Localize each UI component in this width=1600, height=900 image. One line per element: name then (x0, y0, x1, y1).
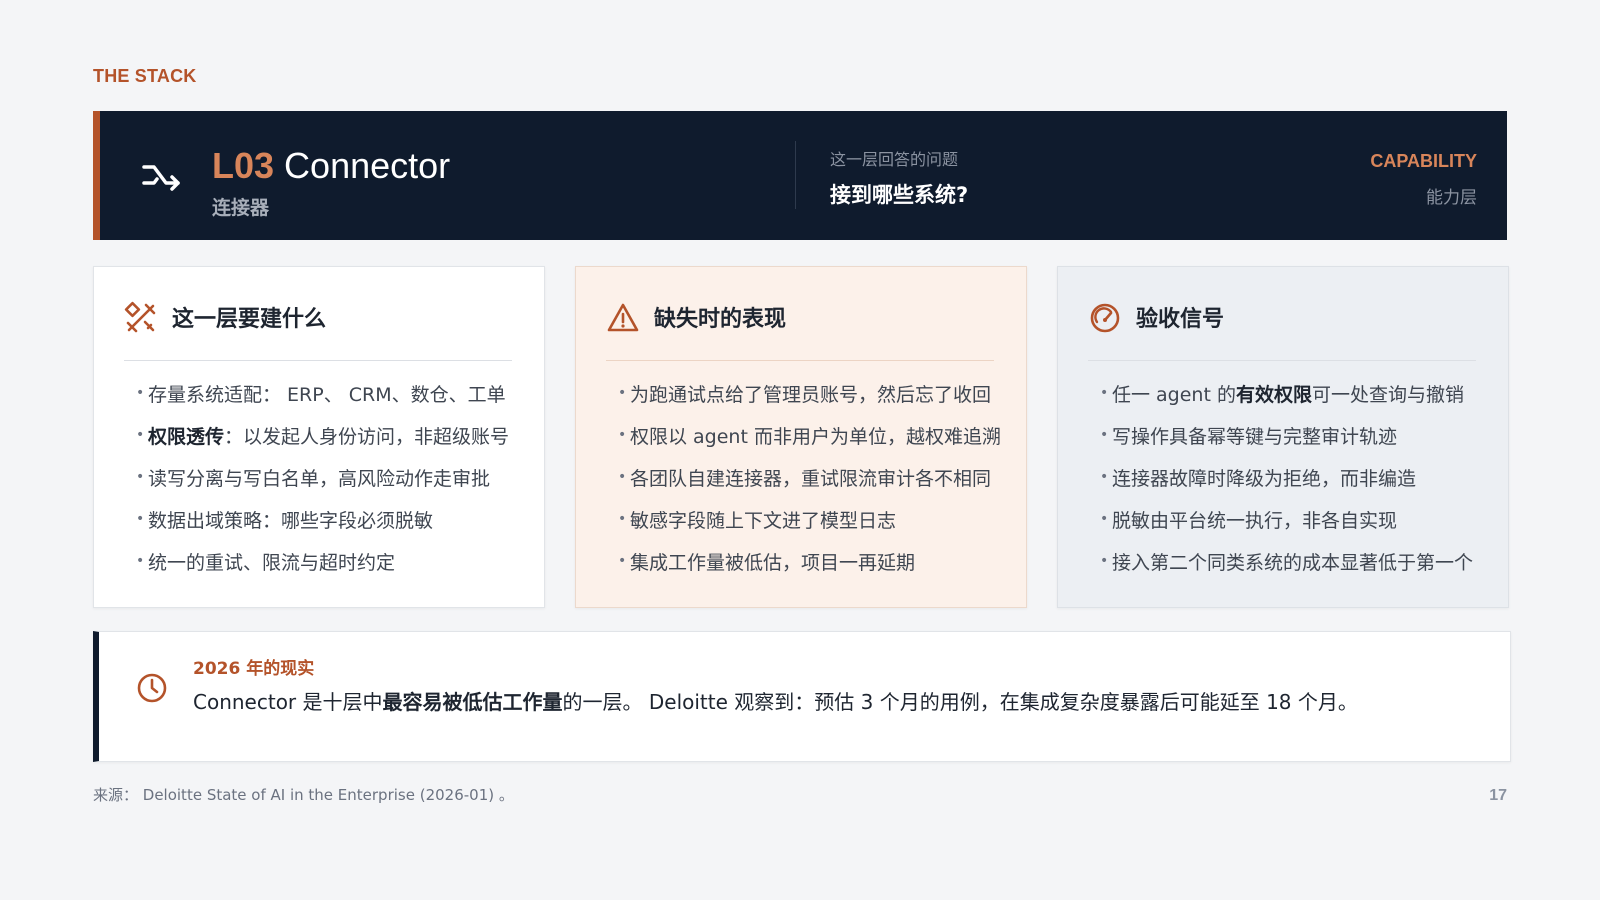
source-citation: 来源： Deloitte State of AI in the Enterpri… (93, 786, 514, 804)
list-item: 读写分离与写白名单，高风险动作走审批 (136, 463, 538, 493)
list-item: 统一的重试、限流与超时约定 (136, 547, 538, 577)
layer-name: Connector (284, 145, 451, 186)
item-text: 写操作具备幂等键与完整审计轨迹 (1112, 426, 1398, 448)
list-item: 存量系统适配： ERP、 CRM、数仓、工单 (136, 379, 538, 409)
list-item: 为跑通试点给了管理员账号，然后忘了收回 (618, 379, 1014, 409)
card-divider (606, 360, 994, 361)
item-text: 读写分离与写白名单，高风险动作走审批 (148, 468, 491, 490)
list-item: 各团队自建连接器，重试限流审计各不相同 (618, 463, 1014, 493)
list-item: 敏感字段随上下文进了模型日志 (618, 505, 1014, 535)
card-list: 存量系统适配： ERP、 CRM、数仓、工单 权限透传：以发起人身份访问，非超级… (136, 379, 538, 591)
list-item: 连接器故障时降级为拒绝，而非编造 (1100, 463, 1502, 493)
layer-title: L03 Connector (212, 145, 450, 187)
item-text: 统一的重试、限流与超时约定 (148, 552, 396, 574)
callout-emphasis: 最容易被低估工作量 (382, 690, 563, 714)
callout-text-post: 的一层。 Deloitte 观察到：预估 3 个月的用例，在集成复杂度暴露后可能… (562, 690, 1358, 714)
list-item: 接入第二个同类系统的成本显著低于第一个 (1100, 547, 1502, 577)
gauge-icon (1090, 303, 1120, 333)
layer-code: L03 (212, 145, 275, 186)
item-text: 脱敏由平台统一执行，非各自实现 (1112, 510, 1398, 532)
callout-text: Connector 是十层中最容易被低估工作量的一层。 Deloitte 观察到… (193, 686, 1358, 715)
card-title: 验收信号 (1136, 307, 1225, 332)
callout-text-pre: Connector 是十层中 (193, 690, 383, 714)
layer-header-banner: L03 Connector 连接器 这一层回答的问题 接到哪些系统? CAPABI… (93, 111, 1507, 240)
list-item: 写操作具备幂等键与完整审计轨迹 (1100, 421, 1502, 451)
card-list: 任一 agent 的有效权限可一处查询与撤销 写操作具备幂等键与完整审计轨迹 连… (1100, 379, 1502, 591)
clock-icon (137, 673, 167, 703)
card-list: 为跑通试点给了管理员账号，然后忘了收回 权限以 agent 而非用户为单位，越权… (618, 379, 1014, 591)
shuffle-icon (142, 165, 180, 191)
layer-subtitle: 连接器 (212, 197, 270, 219)
header-divider (795, 141, 796, 209)
item-text: 接入第二个同类系统的成本显著低于第一个 (1112, 552, 1474, 574)
card-what-to-build: 这一层要建什么 存量系统适配： ERP、 CRM、数仓、工单 权限透传：以发起人… (93, 266, 545, 608)
category-label: CAPABILITY (1370, 151, 1477, 171)
list-item: 权限透传：以发起人身份访问，非超级账号 (136, 421, 538, 451)
callout-label: 2026 年的现实 (193, 659, 315, 679)
item-text: 连接器故障时降级为拒绝，而非编造 (1112, 468, 1417, 490)
list-item: 任一 agent 的有效权限可一处查询与撤销 (1100, 379, 1502, 409)
page-number: 17 (1489, 787, 1507, 804)
card-title: 缺失时的表现 (654, 307, 787, 332)
card-acceptance-signals: 验收信号 任一 agent 的有效权限可一处查询与撤销 写操作具备幂等键与完整审… (1057, 266, 1509, 608)
item-text: ：以发起人身份访问，非超级账号 (224, 426, 510, 448)
item-emphasis: 有效权限 (1235, 384, 1312, 406)
item-text: 数据出域策略：哪些字段必须脱敏 (148, 510, 434, 532)
card-divider (1088, 360, 1476, 361)
item-text: 任一 agent 的 (1112, 384, 1236, 406)
item-text: 可一处查询与撤销 (1311, 384, 1464, 406)
card-title: 这一层要建什么 (172, 307, 327, 332)
warning-icon (607, 303, 639, 332)
list-item: 数据出域策略：哪些字段必须脱敏 (136, 505, 538, 535)
reality-callout: 2026 年的现实 Connector 是十层中最容易被低估工作量的一层。 De… (93, 631, 1511, 762)
category-sublabel: 能力层 (1426, 188, 1477, 208)
tools-icon (124, 301, 156, 333)
card-divider (124, 360, 512, 361)
list-item: 权限以 agent 而非用户为单位，越权难追溯 (618, 421, 1014, 451)
section-eyebrow: THE STACK (93, 66, 197, 86)
card-symptoms-when-missing: 缺失时的表现 为跑通试点给了管理员账号，然后忘了收回 权限以 agent 而非用… (575, 266, 1027, 608)
list-item: 集成工作量被低估，项目一再延期 (618, 547, 1014, 577)
item-emphasis: 权限透传 (148, 426, 225, 448)
question-label: 这一层回答的问题 (830, 150, 959, 169)
layer-question: 接到哪些系统? (830, 183, 969, 207)
item-text: 存量系统适配： ERP、 CRM、数仓、工单 (148, 384, 506, 406)
list-item: 脱敏由平台统一执行，非各自实现 (1100, 505, 1502, 535)
